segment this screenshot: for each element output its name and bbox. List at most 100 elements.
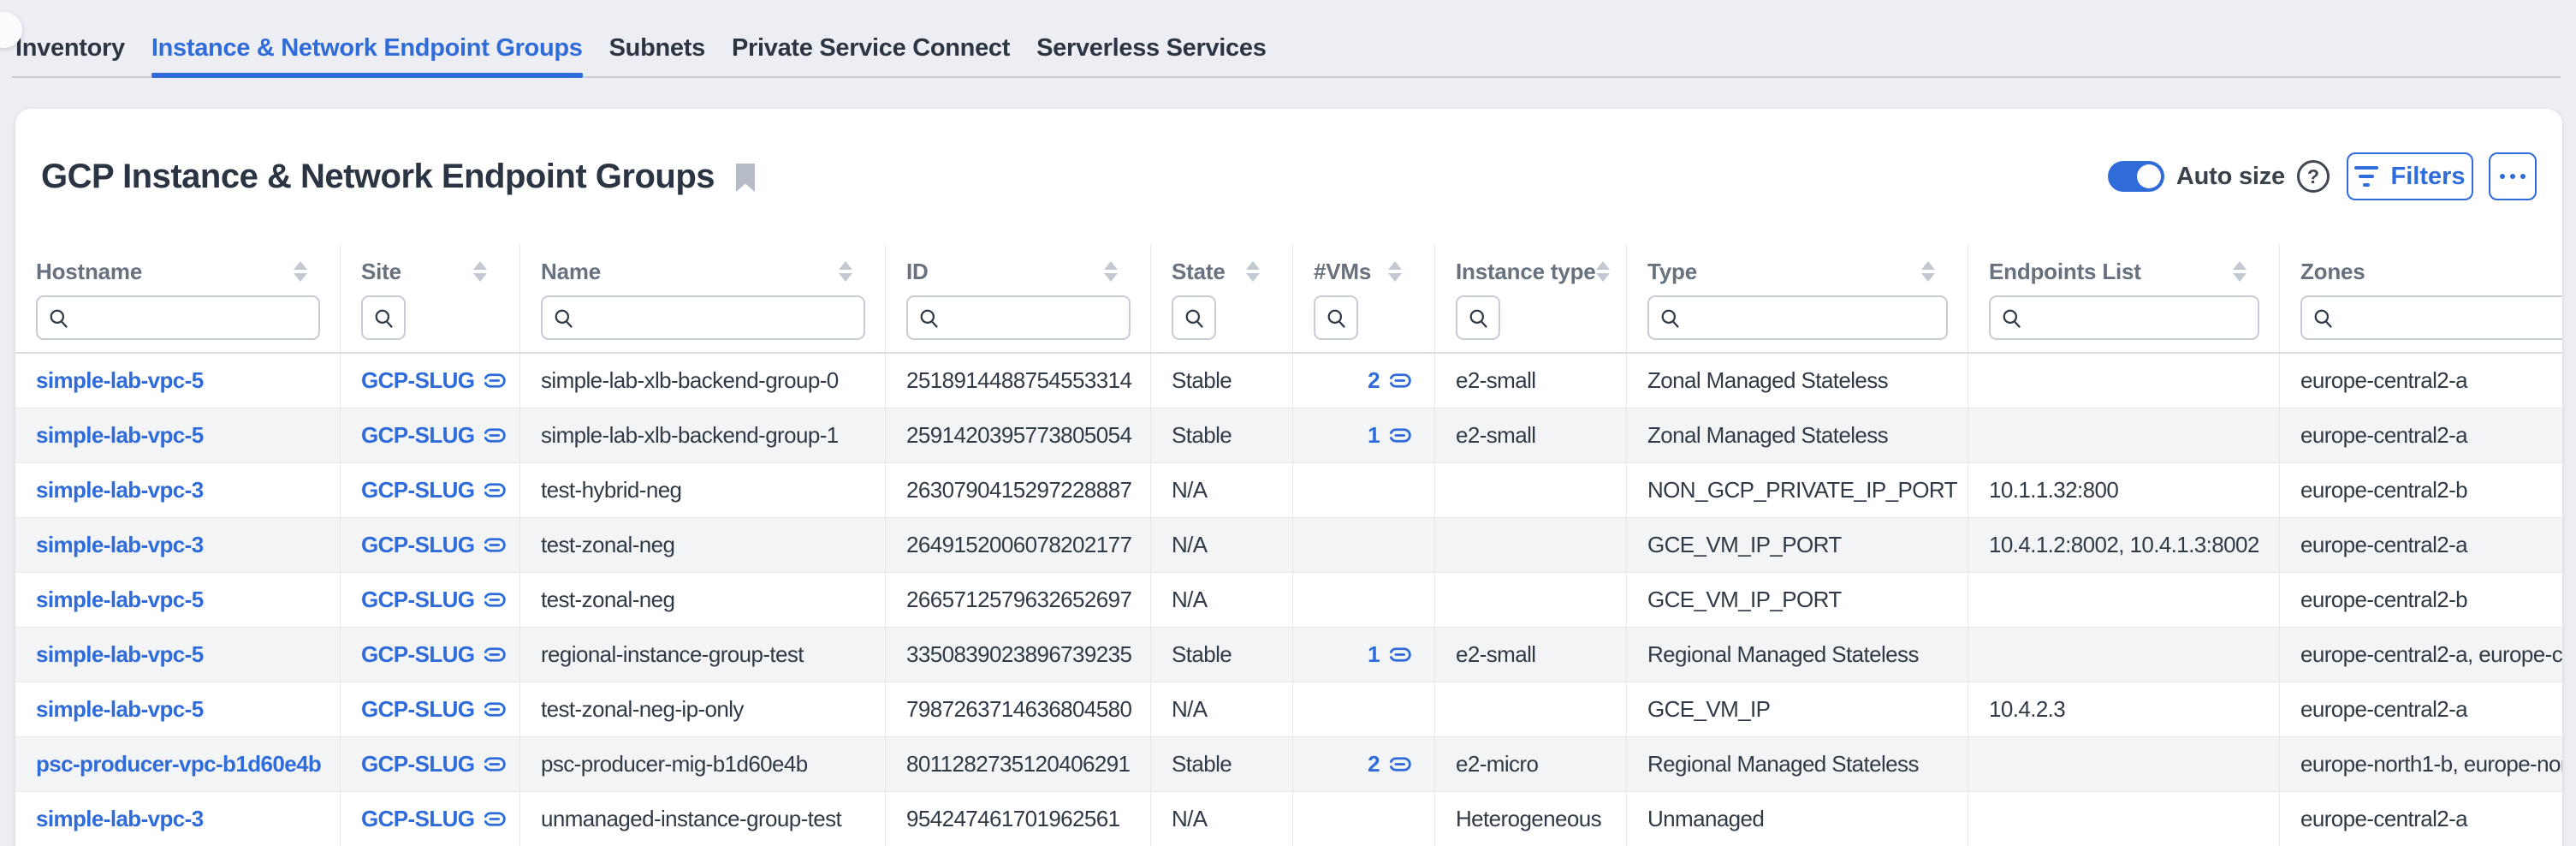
cell-text-type: GCE_VM_IP_PORT <box>1647 587 1842 613</box>
search-input-site[interactable] <box>361 295 406 340</box>
filters-button[interactable]: Filters <box>2347 152 2473 200</box>
cell-vms <box>1293 682 1435 736</box>
sort-control-endpoints[interactable] <box>2233 261 2247 282</box>
sort-control-instance_type[interactable] <box>1596 261 1610 282</box>
site-link[interactable]: GCP-SLUG <box>361 587 508 613</box>
cell-text-zones: europe-central2-b <box>2300 477 2467 503</box>
cell-id: 2591420395773805054 <box>886 408 1151 462</box>
cell-zones: europe-central2-a, europe-ce <box>2280 628 2562 682</box>
site-link[interactable]: GCP-SLUG <box>361 532 508 558</box>
cell-id: 7987263714636804580 <box>886 682 1151 736</box>
cell-text-name: simple-lab-xlb-backend-group-1 <box>541 422 839 449</box>
cell-state: Stable <box>1151 628 1293 682</box>
search-input-endpoints[interactable] <box>2023 301 2258 335</box>
sort-control-name[interactable] <box>839 261 852 282</box>
cell-site: GCP-SLUG <box>341 737 520 791</box>
cell-text-id: 2591420395773805054 <box>906 422 1131 449</box>
cell-text-state: N/A <box>1172 477 1208 503</box>
vms-link[interactable]: 1 <box>1368 641 1414 668</box>
hostname-link[interactable]: simple-lab-vpc-5 <box>36 367 204 394</box>
cell-text-state: Stable <box>1172 422 1232 449</box>
column-header-zones: Zones <box>2280 244 2562 352</box>
bookmark-icon[interactable] <box>733 162 757 194</box>
cell-endpoints <box>1968 354 2280 408</box>
tab-list: Inventory Instance & Network Endpoint Gro… <box>0 0 2576 78</box>
hostname-link[interactable]: simple-lab-vpc-3 <box>36 806 204 832</box>
tab-private-service-connect[interactable]: Private Service Connect <box>732 34 1010 78</box>
cell-text-id: 2665712579632652697 <box>906 587 1131 613</box>
sort-control-vms[interactable] <box>1388 261 1402 282</box>
sort-control-type[interactable] <box>1921 261 1935 282</box>
search-input-instance_type[interactable] <box>1456 295 1500 340</box>
hostname-link[interactable]: psc-producer-vpc-b1d60e4b <box>36 751 321 777</box>
tab-serverless-services[interactable]: Serverless Services <box>1036 34 1266 78</box>
search-input-id[interactable] <box>941 301 1129 335</box>
search-input-name[interactable] <box>575 301 864 335</box>
auto-size-label: Auto size <box>2176 163 2285 191</box>
search-input-zones[interactable] <box>2335 301 2562 335</box>
site-link[interactable]: GCP-SLUG <box>361 751 508 777</box>
site-link[interactable]: GCP-SLUG <box>361 806 508 832</box>
table-row: simple-lab-vpc-3GCP-SLUGtest-hybrid-neg2… <box>15 463 2562 518</box>
auto-size-toggle[interactable] <box>2108 161 2164 192</box>
tab-instance-network-endpoint-groups[interactable]: Instance & Network Endpoint Groups <box>151 34 583 78</box>
cell-text-name: psc-producer-mig-b1d60e4b <box>541 751 808 777</box>
table-row: simple-lab-vpc-5GCP-SLUGtest-zonal-neg-i… <box>15 682 2562 737</box>
sort-control-hostname[interactable] <box>294 261 307 282</box>
hostname-link[interactable]: simple-lab-vpc-5 <box>36 641 204 668</box>
sort-control-state[interactable] <box>1246 261 1260 282</box>
cell-name: unmanaged-instance-group-test <box>520 792 886 846</box>
cell-zones: europe-central2-b <box>2280 573 2562 627</box>
column-header-type: Type <box>1627 244 1968 352</box>
cell-text-type: NON_GCP_PRIVATE_IP_PORT <box>1647 477 1957 503</box>
table-row: psc-producer-vpc-b1d60e4b GCP-SLUG psc-pro… <box>15 737 2562 792</box>
cell-vms <box>1293 792 1435 846</box>
link-icon <box>482 591 508 609</box>
site-link[interactable]: GCP-SLUG <box>361 641 508 668</box>
vms-link[interactable]: 2 <box>1368 751 1414 777</box>
cell-id: 954247461701962561 <box>886 792 1151 846</box>
cell-vms <box>1293 463 1435 517</box>
site-link[interactable]: GCP-SLUG <box>361 367 508 394</box>
search-input-state[interactable] <box>1172 295 1216 340</box>
cell-id: 2665712579632652697 <box>886 573 1151 627</box>
cell-hostname: simple-lab-vpc-3 <box>15 792 341 846</box>
gcp-groups-card: GCP Instance & Network Endpoint Groups A… <box>15 109 2562 846</box>
hostname-link[interactable]: simple-lab-vpc-5 <box>36 422 204 449</box>
search-input-vms[interactable] <box>1314 295 1358 340</box>
hostname-link[interactable]: simple-lab-vpc-3 <box>36 477 204 503</box>
hostname-link[interactable]: simple-lab-vpc-5 <box>36 587 204 613</box>
sort-control-site[interactable] <box>473 261 487 282</box>
cell-zones: europe-central2-a <box>2280 682 2562 736</box>
more-options-button[interactable] <box>2489 152 2537 200</box>
cell-endpoints: 10.4.1.2:8002, 10.4.1.3:8002 <box>1968 518 2280 572</box>
cell-instance_type <box>1435 518 1627 572</box>
hostname-link[interactable]: simple-lab-vpc-5 <box>36 696 204 723</box>
cell-text-type: Regional Managed Stateless <box>1647 641 1919 668</box>
table-controls: Auto size ? Filters <box>2108 152 2537 200</box>
cell-text-instance_type: Heterogeneous <box>1456 806 1601 832</box>
cell-text-id: 2518914488754553314 <box>906 367 1131 394</box>
help-icon[interactable]: ? <box>2297 160 2330 193</box>
search-input-type[interactable] <box>1682 301 1946 335</box>
cell-text-type: GCE_VM_IP_PORT <box>1647 532 1842 558</box>
vms-link[interactable]: 1 <box>1368 422 1414 449</box>
cell-text-zones: europe-central2-a <box>2300 367 2467 394</box>
site-link[interactable]: GCP-SLUG <box>361 696 508 723</box>
tab-subnets[interactable]: Subnets <box>609 34 705 78</box>
tab-inventory[interactable]: Inventory <box>15 34 125 78</box>
vms-link[interactable]: 2 <box>1368 367 1414 394</box>
column-label-zones: Zones <box>2300 259 2365 285</box>
site-link[interactable]: GCP-SLUG <box>361 422 508 449</box>
site-link[interactable]: GCP-SLUG <box>361 477 508 503</box>
column-label-state: State <box>1172 259 1226 285</box>
cell-text-name: regional-instance-group-test <box>541 641 804 668</box>
sort-control-id[interactable] <box>1104 261 1118 282</box>
cell-type: Zonal Managed Stateless <box>1627 408 1968 462</box>
column-label-endpoints: Endpoints List <box>1989 259 2141 285</box>
column-label-vms: #VMs <box>1314 259 1371 285</box>
search-input-hostname[interactable] <box>70 301 318 335</box>
cell-text-zones: europe-central2-a <box>2300 532 2467 558</box>
hostname-link[interactable]: simple-lab-vpc-3 <box>36 532 204 558</box>
table-row: simple-lab-vpc-5GCP-SLUGsimple-lab-xlb-b… <box>15 354 2562 408</box>
